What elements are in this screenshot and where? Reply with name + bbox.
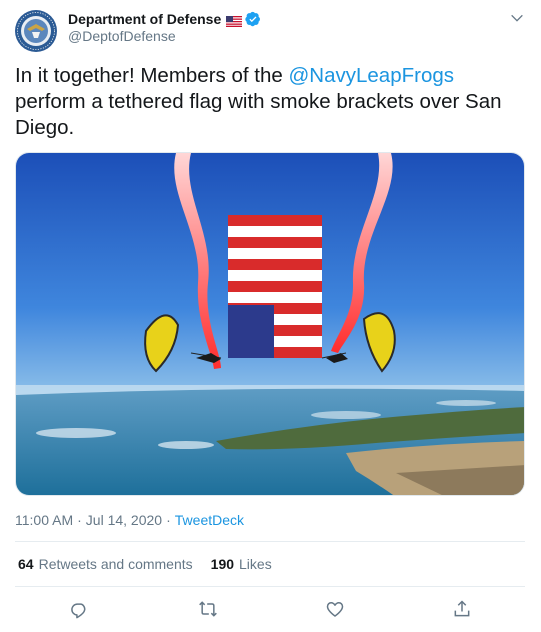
dod-seal-icon[interactable] [15, 10, 57, 52]
chevron-down-icon[interactable] [509, 10, 525, 26]
retweet-icon[interactable] [194, 595, 222, 623]
author-display-name[interactable]: Department of Defense [68, 11, 221, 27]
share-icon[interactable] [448, 595, 476, 623]
tweet-actions [15, 595, 525, 623]
author-name-row: Department of Defense [68, 10, 261, 28]
divider-bottom [15, 586, 525, 587]
tweet-stats: 64 Retweets and comments 190 Likes [18, 556, 272, 572]
like-icon[interactable] [321, 595, 349, 623]
tweet-meta: 11:00 AM · Jul 14, 2020 · TweetDeck [15, 512, 244, 528]
retweets-label: Retweets and comments [38, 556, 193, 572]
mention-link[interactable]: @NavyLeapFrogs [288, 64, 454, 87]
tweet-photo[interactable] [15, 152, 525, 496]
tweet-text-before: In it together! Members of the [15, 64, 289, 87]
likes-count: 190 [210, 556, 235, 572]
tweet-date[interactable]: Jul 14, 2020 [86, 512, 162, 528]
tweet-card: Department of Defense @DeptofDefense In … [0, 0, 541, 632]
tweet-text-after: perform a tethered flag with smoke brack… [15, 90, 502, 139]
retweets-stat[interactable]: 64 Retweets and comments [18, 556, 193, 572]
tweet-time[interactable]: 11:00 AM [15, 512, 73, 528]
us-flag-emoji-icon [226, 14, 243, 27]
meta-separator-1: · [77, 512, 82, 528]
likes-label: Likes [239, 556, 272, 572]
reply-icon[interactable] [65, 595, 93, 623]
meta-separator-2: · [166, 512, 171, 528]
retweets-count: 64 [18, 556, 34, 572]
verified-badge-icon [245, 11, 261, 27]
divider-top [15, 541, 525, 542]
likes-stat[interactable]: 190 Likes [211, 556, 272, 572]
author-handle[interactable]: @DeptofDefense [68, 28, 176, 44]
tweet-source-link[interactable]: TweetDeck [175, 512, 244, 528]
tweet-text: In it together! Members of the @NavyLeap… [15, 63, 525, 141]
